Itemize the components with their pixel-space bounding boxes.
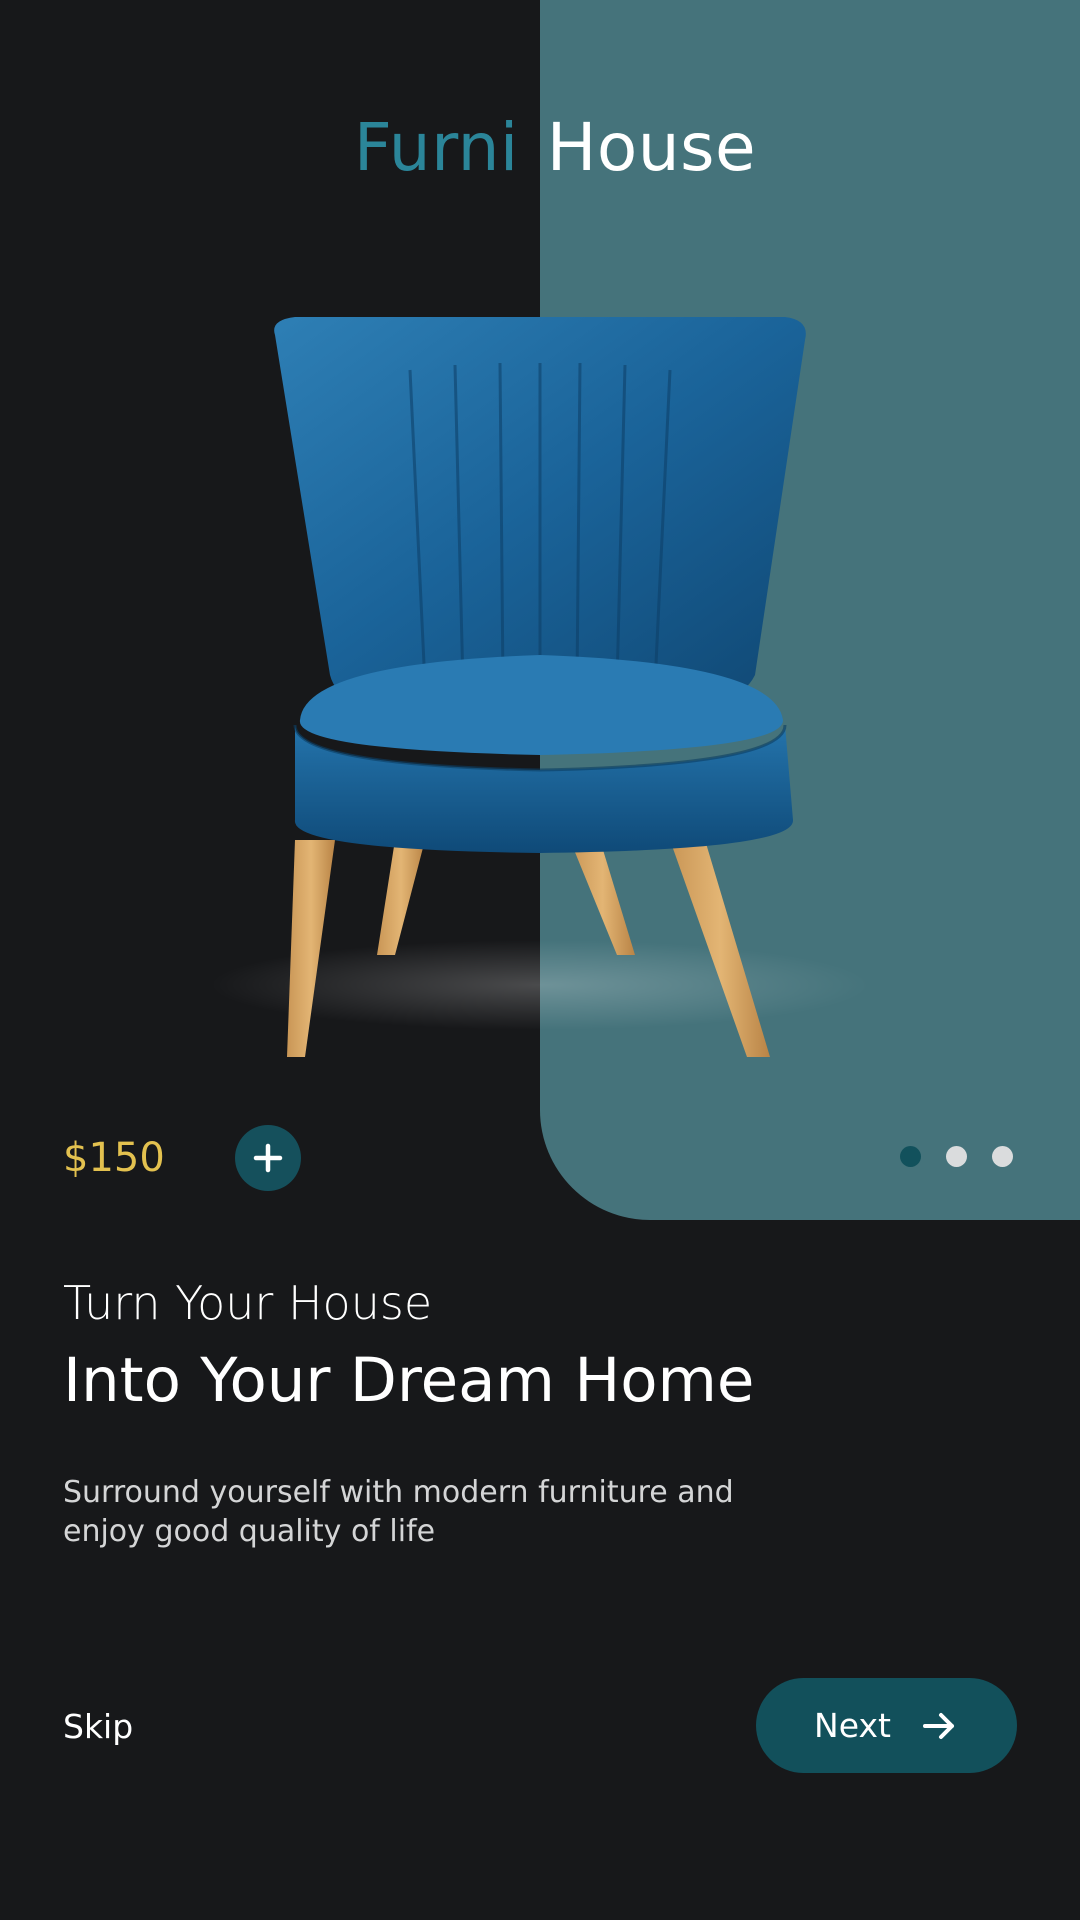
page-dot-1[interactable] [900, 1146, 921, 1167]
armchair-illustration [210, 317, 870, 1057]
next-button[interactable]: Next [756, 1678, 1017, 1773]
page-dot-3[interactable] [992, 1146, 1013, 1167]
app-title: Furni House [0, 108, 1080, 188]
next-button-label: Next [814, 1706, 891, 1745]
price-label: $150 [63, 1135, 165, 1181]
skip-button[interactable]: Skip [63, 1702, 133, 1752]
onboarding-screen: Furni House $150 Turn Your House Into Yo… [0, 0, 1080, 1920]
page-dot-2[interactable] [946, 1146, 967, 1167]
app-title-part2: House [546, 109, 757, 186]
description: Surround yourself with modern furniture … [63, 1475, 734, 1549]
product-image [145, 295, 940, 1085]
pagination-dots [900, 1146, 1013, 1167]
plus-icon [253, 1143, 283, 1173]
add-to-cart-button[interactable] [235, 1125, 301, 1191]
subheading: Turn Your House [63, 1276, 433, 1330]
headline: Into Your Dream Home [63, 1345, 755, 1416]
arrow-right-icon [922, 1712, 954, 1739]
app-title-part1: Furni [353, 109, 519, 186]
